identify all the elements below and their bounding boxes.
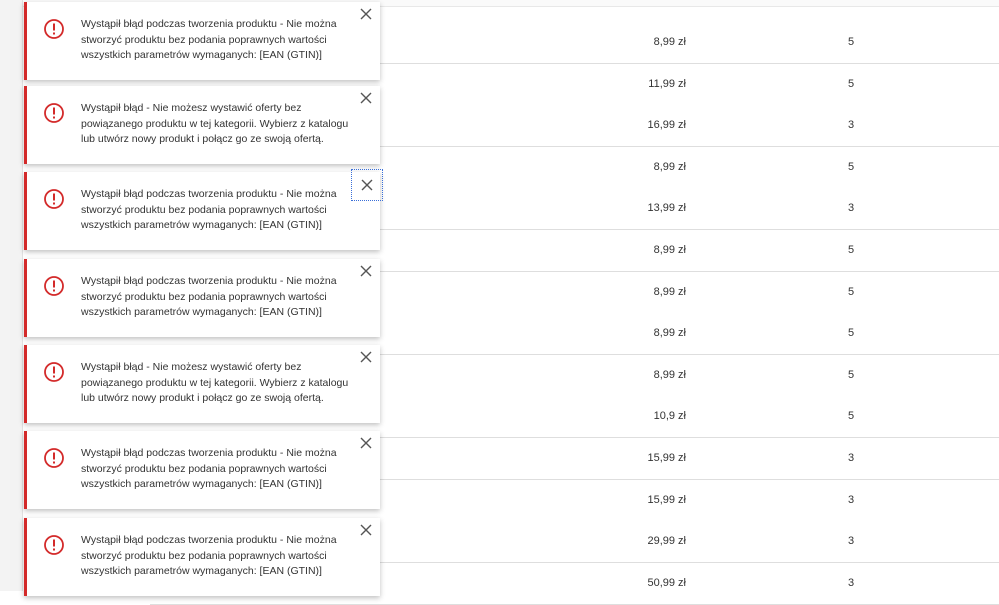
price-cell: 13,99 zł bbox=[647, 202, 686, 215]
price-cell: 8,99 zł bbox=[653, 160, 686, 173]
toast-message: Wystąpił błąd podczas tworzenia produktu… bbox=[81, 18, 337, 61]
error-toast: Wystąpił błąd podczas tworzenia produktu… bbox=[24, 431, 380, 509]
error-circle-icon bbox=[43, 447, 65, 469]
toast-message: Wystąpił błąd podczas tworzenia produktu… bbox=[81, 275, 337, 318]
quantity-cell: 5 bbox=[848, 368, 855, 381]
error-circle-icon bbox=[43, 275, 65, 297]
price-cell: 8,99 zł bbox=[653, 327, 686, 340]
toast-message: Wystąpił błąd podczas tworzenia produktu… bbox=[81, 447, 337, 490]
close-icon[interactable] bbox=[356, 520, 376, 540]
error-circle-icon bbox=[43, 18, 65, 40]
price-cell: 50,99 zł bbox=[647, 576, 686, 589]
close-icon[interactable] bbox=[356, 347, 376, 367]
quantity-cell: 5 bbox=[848, 77, 855, 90]
close-icon[interactable] bbox=[356, 88, 376, 108]
quantity-cell: 3 bbox=[848, 119, 855, 132]
close-icon[interactable] bbox=[356, 433, 376, 453]
price-cell: 10,9 zł bbox=[653, 410, 686, 423]
error-circle-icon bbox=[43, 534, 65, 556]
error-toast: Wystąpił błąd podczas tworzenia produktu… bbox=[24, 2, 380, 80]
error-toast: Wystąpił błąd podczas tworzenia produktu… bbox=[24, 259, 380, 337]
close-icon[interactable] bbox=[356, 261, 376, 281]
quantity-cell: 3 bbox=[848, 576, 855, 589]
error-toast: Wystąpił błąd - Nie możesz wystawić ofer… bbox=[24, 345, 380, 423]
error-circle-icon bbox=[43, 361, 65, 383]
price-cell: 15,99 zł bbox=[647, 493, 686, 506]
price-cell: 11,99 zł bbox=[648, 77, 686, 90]
quantity-cell: 5 bbox=[848, 244, 855, 256]
quantity-cell: 3 bbox=[848, 452, 855, 464]
toast-message: Wystąpił błąd podczas tworzenia produktu… bbox=[81, 188, 337, 231]
toast-message: Wystąpił błąd - Nie możesz wystawić ofer… bbox=[81, 102, 349, 145]
quantity-cell: 3 bbox=[848, 535, 855, 548]
quantity-cell: 5 bbox=[848, 410, 855, 423]
error-toast: Wystąpił błąd podczas tworzenia produktu… bbox=[24, 169, 383, 250]
quantity-cell: 5 bbox=[848, 327, 855, 340]
price-cell: 15,99 zł bbox=[647, 452, 686, 464]
price-cell: 29,99 zł bbox=[647, 535, 686, 548]
quantity-cell: 5 bbox=[848, 160, 855, 173]
close-icon[interactable] bbox=[356, 4, 376, 24]
price-cell: 16,99 zł bbox=[647, 119, 686, 132]
price-cell: 8,99 zł bbox=[653, 285, 686, 298]
quantity-cell: 5 bbox=[848, 36, 855, 48]
close-icon[interactable] bbox=[351, 169, 383, 201]
quantity-cell: 3 bbox=[848, 202, 855, 215]
price-cell: 8,99 zł bbox=[653, 244, 686, 256]
toast-message: Wystąpił błąd podczas tworzenia produktu… bbox=[81, 534, 337, 577]
error-circle-icon bbox=[43, 188, 65, 210]
toast-message: Wystąpił błąd - Nie możesz wystawić ofer… bbox=[81, 361, 349, 404]
quantity-cell: 3 bbox=[848, 493, 855, 506]
left-sidebar-edge bbox=[0, 0, 23, 591]
error-circle-icon bbox=[43, 102, 65, 124]
error-toast: Wystąpił błąd podczas tworzenia produktu… bbox=[24, 518, 380, 596]
price-cell: 8,99 zł bbox=[653, 36, 686, 48]
quantity-cell: 5 bbox=[848, 285, 855, 298]
price-cell: 8,99 zł bbox=[653, 368, 686, 381]
error-toast: Wystąpił błąd - Nie możesz wystawić ofer… bbox=[24, 86, 380, 164]
